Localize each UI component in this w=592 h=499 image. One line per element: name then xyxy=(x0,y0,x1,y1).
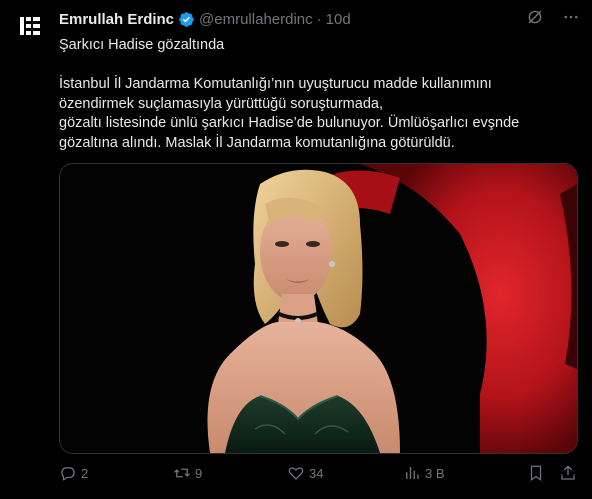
grok-icon[interactable] xyxy=(526,8,544,26)
views-chart-icon xyxy=(406,467,419,479)
reply-icon xyxy=(61,467,75,481)
tweet-time[interactable]: 10d xyxy=(326,11,351,28)
author-name[interactable]: Emrullah Erdinc xyxy=(59,11,174,28)
tweet-media[interactable] xyxy=(59,163,578,454)
tweet-line: gözaltına alındı. Maslak İl Jandarma kom… xyxy=(59,134,455,151)
author-handle[interactable]: @emrullaherdinc xyxy=(199,11,313,28)
tweet-line: İstanbul İl Jandarma Komutanlığı’nın uyu… xyxy=(59,76,492,92)
repost-count: 9 xyxy=(195,465,203,481)
tweet-top-actions xyxy=(526,8,580,26)
verified-badge-icon xyxy=(179,11,194,27)
bookmark-icon xyxy=(530,465,542,482)
heart-icon xyxy=(288,467,304,480)
more-options-icon[interactable] xyxy=(562,8,580,26)
bookmark-action[interactable] xyxy=(527,464,549,482)
repost-icon xyxy=(174,468,190,478)
tweet-line: özendirmek suçlamasıyla yürüttüğü soruşt… xyxy=(59,95,383,112)
avatar[interactable] xyxy=(14,10,46,42)
tweet-header: Emrullah Erdinc @emrullaherdinc · 10d xyxy=(59,9,351,29)
repost-action[interactable]: 9 xyxy=(173,464,202,482)
reply-action[interactable]: 2 xyxy=(59,464,88,482)
separator-dot: · xyxy=(316,10,322,28)
tweet-line: gözaltı listesinde ünlü şarkıcı Hadise’d… xyxy=(59,115,520,131)
share-action[interactable] xyxy=(559,464,581,482)
tweet-card[interactable]: Emrullah Erdinc @emrullaherdinc · 10d Şa… xyxy=(0,0,592,499)
tweet-text: Şarkıcı Hadise gözaltında İstanbul İl Ja… xyxy=(59,36,579,153)
like-count: 34 xyxy=(309,465,324,481)
reply-count: 2 xyxy=(81,465,89,481)
share-icon xyxy=(561,465,575,480)
avatar-logo-icon xyxy=(20,17,40,35)
views-count: 3 B xyxy=(425,465,445,481)
media-photo xyxy=(60,164,577,453)
tweet-actions: 2 9 34 3 B xyxy=(59,460,579,486)
like-action[interactable]: 34 xyxy=(287,464,323,482)
views-action[interactable]: 3 B xyxy=(403,464,445,482)
tweet-headline: Şarkıcı Hadise gözaltında xyxy=(59,37,225,53)
